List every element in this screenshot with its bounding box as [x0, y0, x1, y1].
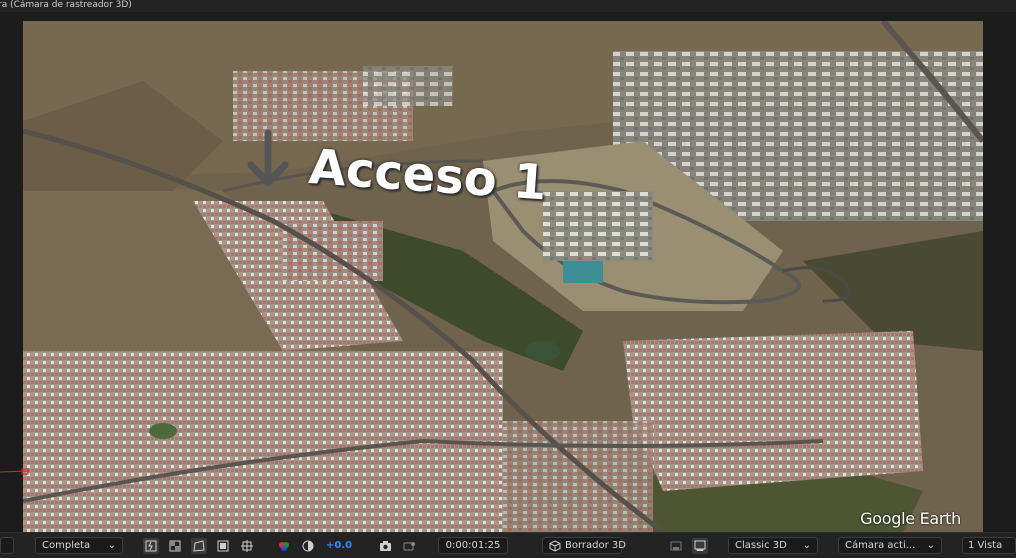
chevron-down-icon: ⌄: [802, 540, 811, 551]
track-point-marker-icon[interactable]: [0, 468, 34, 478]
viewer-toolbar: Completa ⌄ +0.0 0:00:01:25 Borrador 3D C…: [0, 532, 1016, 558]
composition-viewer[interactable]: Acceso 1 Google Earth: [0, 12, 1016, 532]
renderer-mode-value: Classic 3D: [735, 540, 787, 551]
panel-title: ra (Cámara de rastreador 3D): [0, 0, 132, 10]
resolution-value: Completa: [42, 540, 91, 551]
renderer-mode-dropdown[interactable]: Classic 3D ⌄: [728, 537, 818, 554]
extended-viewer-icon[interactable]: [668, 538, 684, 554]
fast-previews-icon[interactable]: [143, 537, 159, 554]
current-time-field[interactable]: 0:00:01:25: [438, 537, 508, 554]
mask-visibility-icon[interactable]: [191, 537, 207, 554]
active-camera-value: Cámara acti...: [845, 540, 916, 551]
magnification-dropdown[interactable]: [0, 537, 14, 554]
exposure-value[interactable]: +0.0: [326, 540, 352, 551]
current-time-value: 0:00:01:25: [445, 540, 501, 551]
aerial-scene: [23, 21, 983, 532]
reset-exposure-icon[interactable]: [300, 538, 316, 554]
transparency-grid-icon[interactable]: [167, 538, 183, 554]
resolution-dropdown[interactable]: Completa ⌄: [35, 537, 123, 554]
view-layout-dropdown[interactable]: 1 Vista: [962, 537, 1016, 554]
active-camera-dropdown[interactable]: Cámara acti... ⌄: [838, 537, 942, 554]
renderer-draft-3d-button[interactable]: Borrador 3D: [542, 537, 626, 554]
show-snapshot-icon[interactable]: [401, 538, 417, 554]
aerial-image[interactable]: Acceso 1 Google Earth: [23, 21, 983, 532]
chevron-down-icon: ⌄: [926, 540, 935, 551]
view-layout-value: 1 Vista: [968, 540, 1003, 551]
region-of-interest-icon[interactable]: [215, 538, 231, 554]
snapshot-camera-icon[interactable]: [377, 538, 393, 554]
renderer-draft-label: Borrador 3D: [565, 540, 626, 551]
grid-guides-icon[interactable]: [239, 538, 255, 554]
google-earth-watermark: Google Earth: [860, 509, 961, 528]
draft-3d-icon: [549, 538, 561, 554]
panel-title-bar: ra (Cámara de rastreador 3D): [0, 0, 1016, 12]
chevron-down-icon: ⌄: [107, 540, 116, 551]
ground-plane-icon[interactable]: [692, 537, 708, 554]
color-channels-icon[interactable]: [276, 538, 292, 554]
